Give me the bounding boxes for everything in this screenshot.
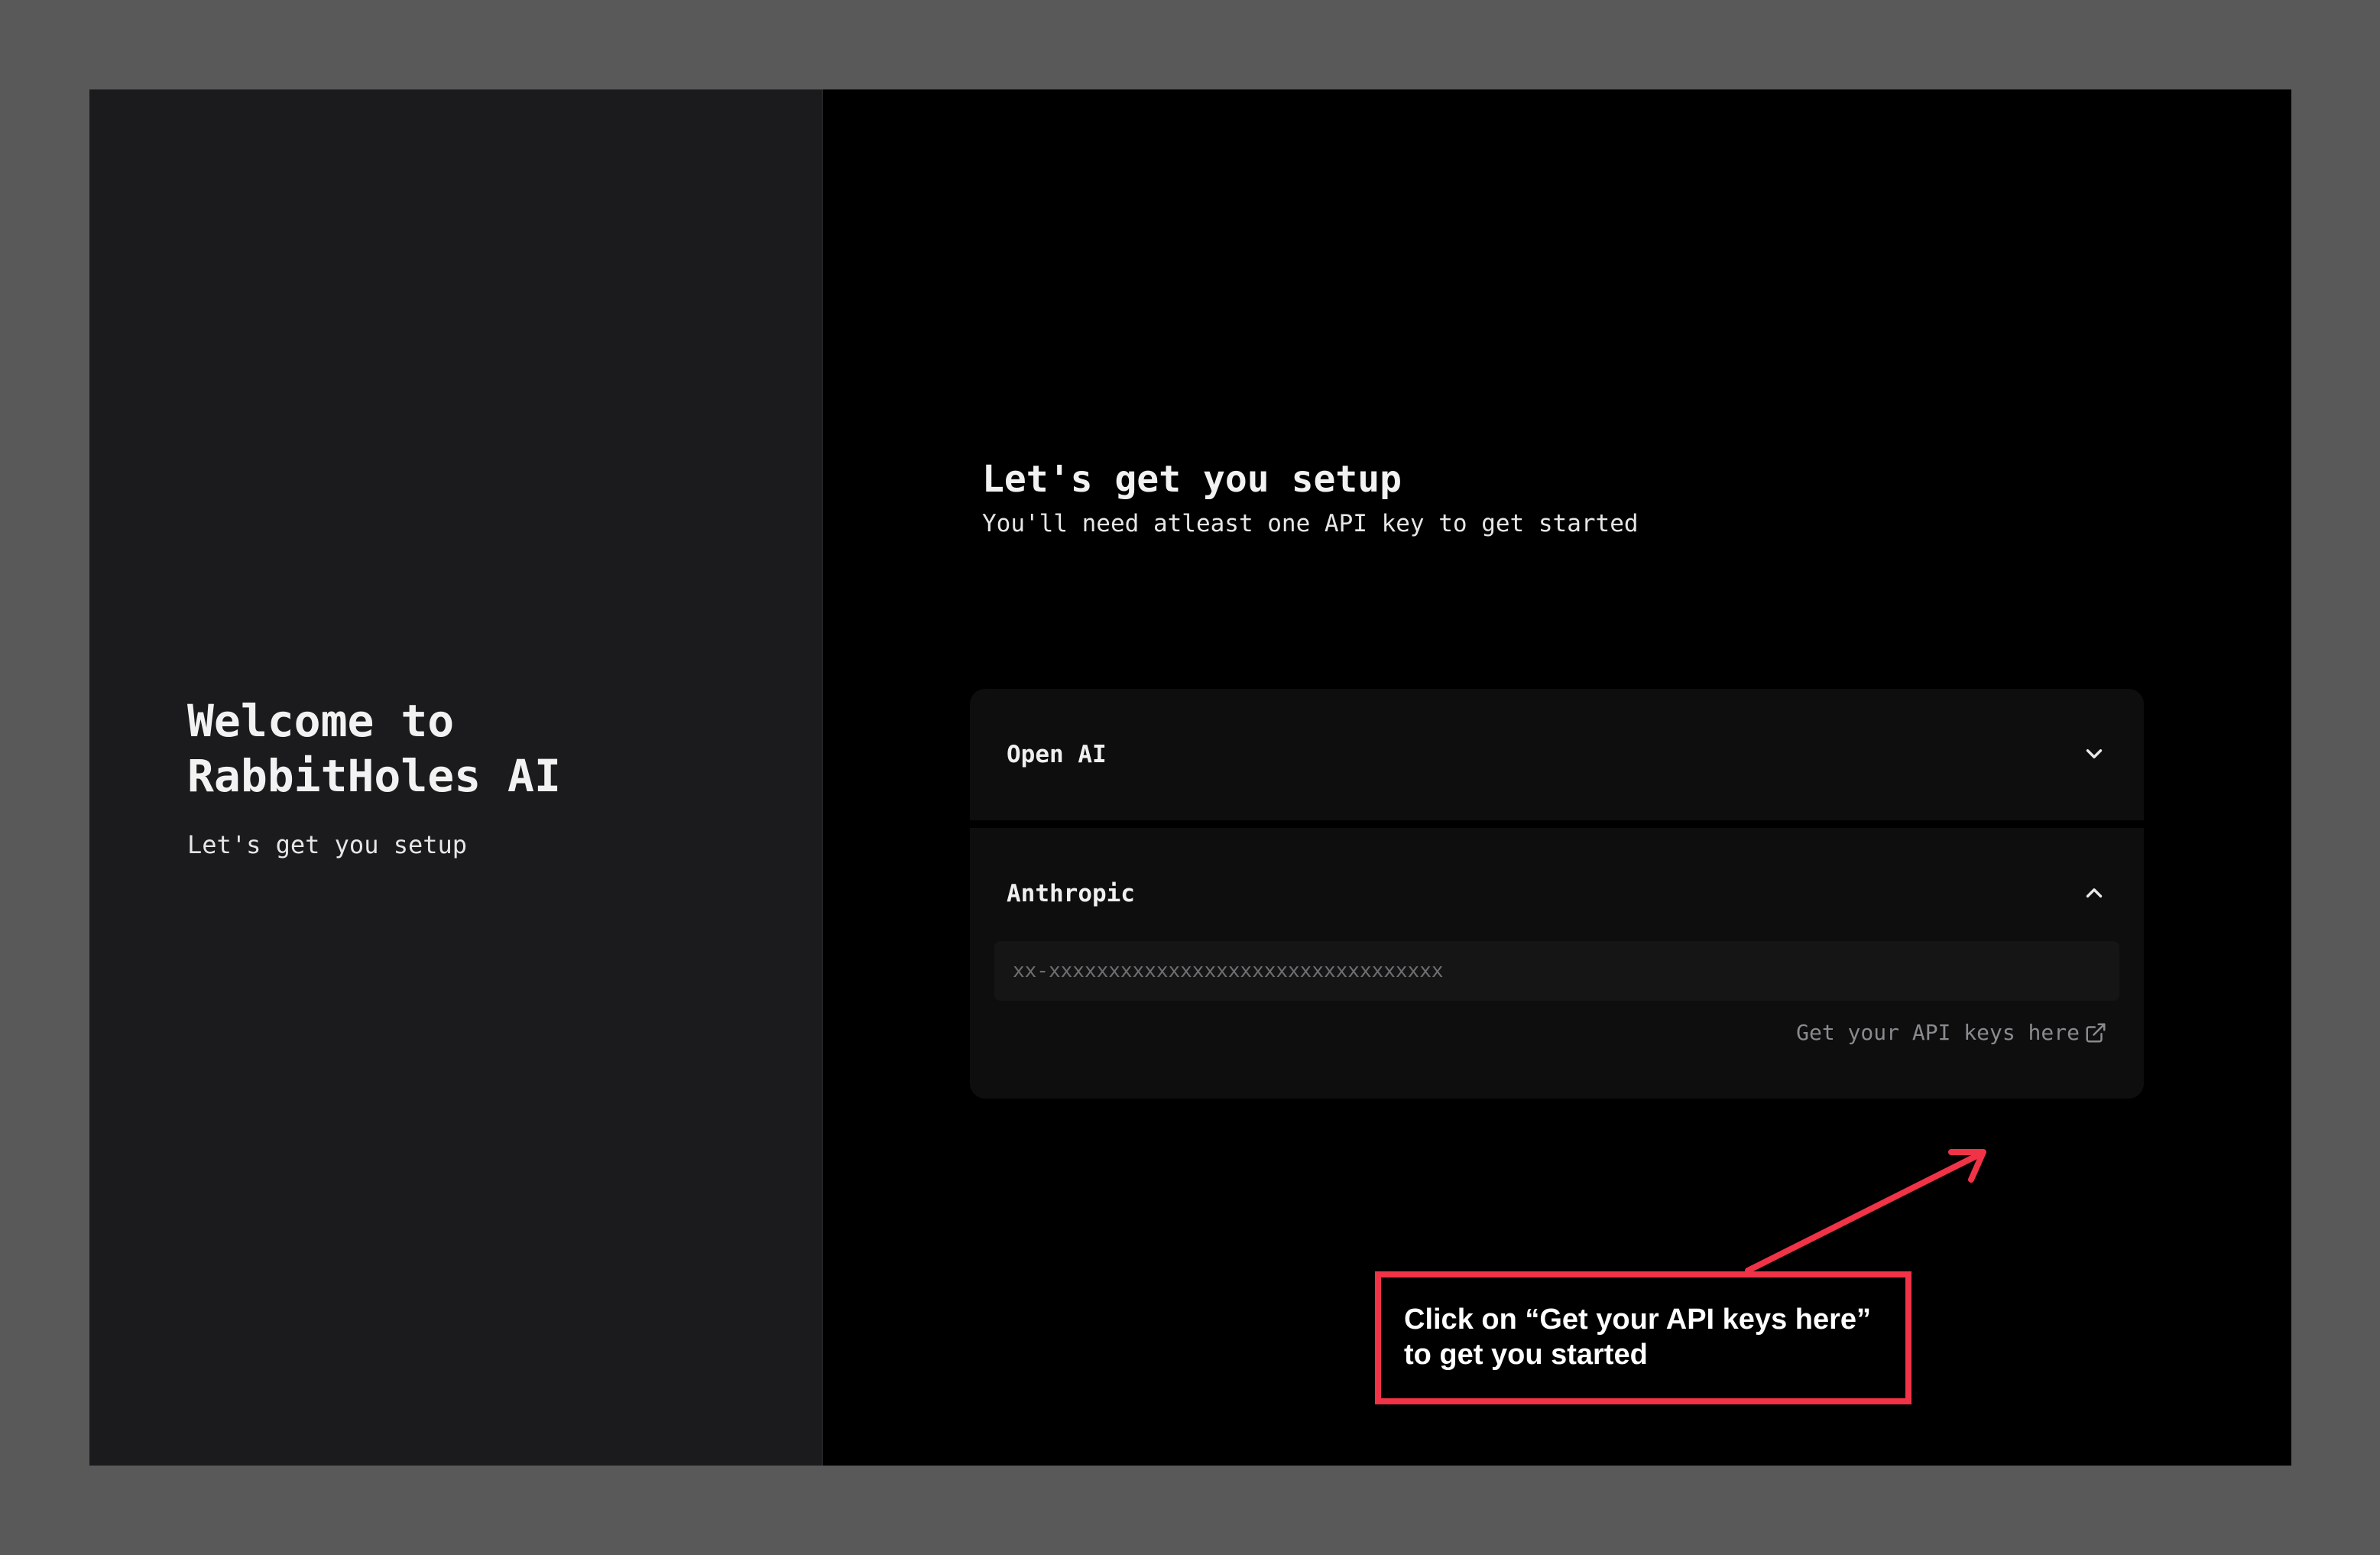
app-window: Welcome to RabbitHoles AI Let's get you … (89, 89, 2291, 1466)
anthropic-label: Anthropic (1007, 880, 1135, 907)
anthropic-accordion-header[interactable]: Anthropic (970, 828, 2144, 958)
anthropic-api-key-input[interactable] (994, 941, 2119, 1001)
external-link-icon (2086, 1023, 2106, 1043)
welcome-panel: Welcome to RabbitHoles AI Let's get you … (89, 89, 823, 1466)
annotation-text: Click on “Get your API keys here” to get… (1404, 1303, 1872, 1371)
openai-accordion-header[interactable]: Open AI (970, 689, 2144, 820)
setup-heading: Let's get you setup (982, 458, 1402, 501)
provider-card-openai: Open AI (970, 689, 2144, 820)
welcome-title: Welcome to RabbitHoles AI (187, 695, 561, 802)
provider-card-anthropic: Anthropic Get your API keys here (970, 828, 2144, 1099)
annotation-arrow (1745, 1149, 1986, 1274)
get-api-keys-link-label: Get your API keys here (1796, 1020, 2080, 1045)
chevron-down-icon (2086, 749, 2103, 758)
annotation-callout: Click on “Get your API keys here” to get… (1375, 1271, 1911, 1404)
setup-subheading: You'll need atleast one API key to get s… (982, 510, 1639, 537)
openai-label: Open AI (1007, 741, 1107, 768)
chevron-up-icon (2086, 888, 2103, 898)
welcome-subtitle: Let's get you setup (187, 830, 468, 859)
get-api-keys-link[interactable]: Get your API keys here (1796, 1019, 2107, 1047)
